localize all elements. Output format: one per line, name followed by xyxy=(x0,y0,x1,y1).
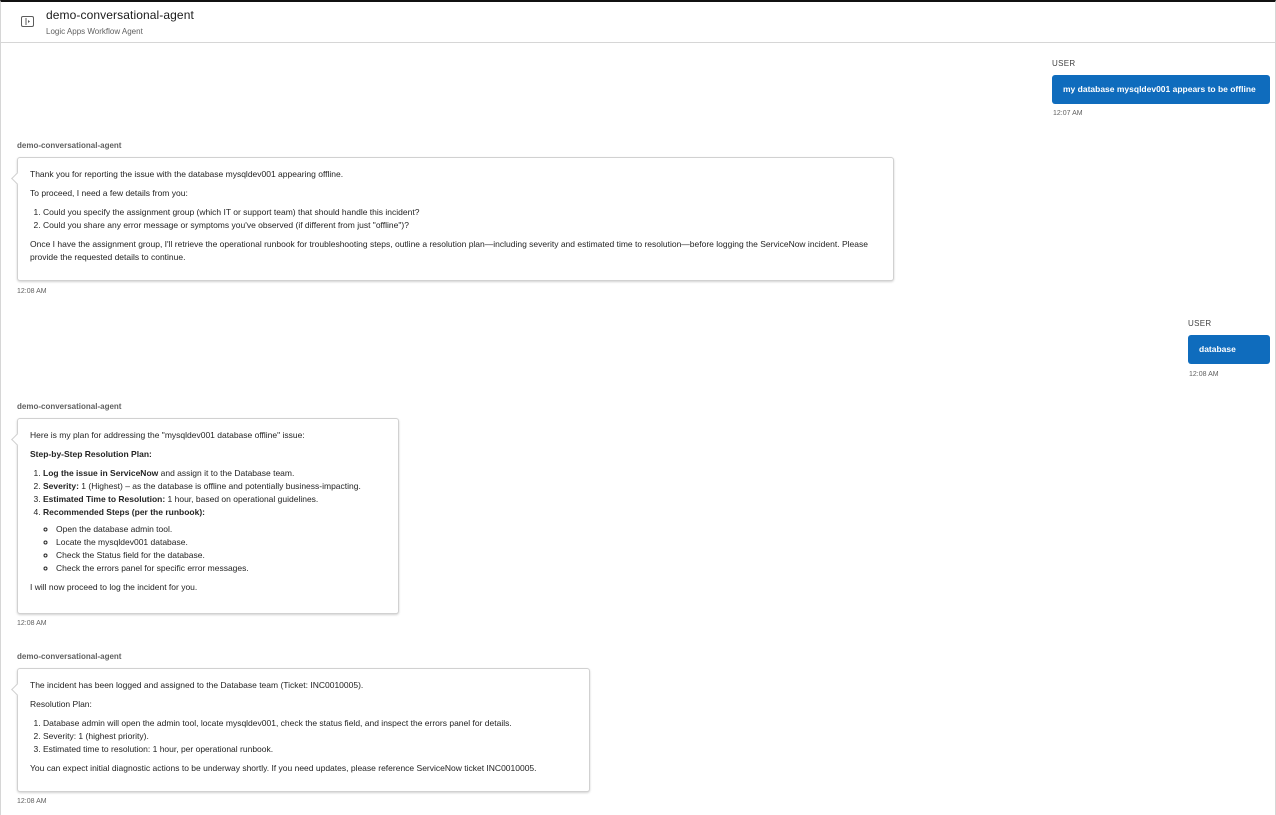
list-item: Severity: 1 (highest priority). xyxy=(43,730,577,743)
message-timestamp: 12:08 AM xyxy=(1189,371,1219,378)
plan-heading: Step-by-Step Resolution Plan: xyxy=(30,449,152,459)
list-item: Could you specify the assignment group (… xyxy=(43,206,881,219)
list-item: Check the errors panel for specific erro… xyxy=(56,562,386,575)
message-text: Thank you for reporting the issue with t… xyxy=(30,169,344,179)
agent-name-label: demo-conversational-agent xyxy=(17,402,122,411)
message-text: You can expect initial diagnostic action… xyxy=(30,763,537,773)
step-text: 1 (Highest) – as the database is offline… xyxy=(78,481,361,491)
panel-icon[interactable] xyxy=(21,16,34,27)
message-text: Resolution Plan: xyxy=(30,699,92,709)
list-item: Severity: 1 (Highest) – as the database … xyxy=(43,480,386,493)
message-timestamp: 12:08 AM xyxy=(17,620,47,627)
numbered-list: Database admin will open the admin tool,… xyxy=(30,717,577,756)
agent-message-bubble: The incident has been logged and assigne… xyxy=(17,668,590,792)
message-timestamp: 12:08 AM xyxy=(17,288,47,295)
step-text: 1 hour, based on operational guidelines. xyxy=(165,494,319,504)
chat-header: demo-conversational-agent Logic Apps Wor… xyxy=(1,2,1275,43)
step-title: Severity: xyxy=(43,481,79,491)
bullet-list: Open the database admin tool. Locate the… xyxy=(30,523,386,575)
list-item: Log the issue in ServiceNow and assign i… xyxy=(43,467,386,480)
numbered-list: Log the issue in ServiceNow and assign i… xyxy=(30,467,386,519)
message-text: I will now proceed to log the incident f… xyxy=(30,582,198,592)
numbered-list: Could you specify the assignment group (… xyxy=(30,206,881,232)
agent-message-bubble: Thank you for reporting the issue with t… xyxy=(17,157,894,281)
message-timestamp: 12:07 AM xyxy=(1053,110,1083,117)
message-text: Once I have the assignment group, I'll r… xyxy=(30,239,868,262)
list-item: Could you share any error message or sym… xyxy=(43,219,881,232)
agent-message-bubble: Here is my plan for addressing the "mysq… xyxy=(17,418,399,614)
agent-name-label: demo-conversational-agent xyxy=(17,141,122,150)
user-role-label: USER xyxy=(1052,59,1076,68)
message-text: Here is my plan for addressing the "mysq… xyxy=(30,430,305,440)
panel-icon-glyph xyxy=(25,18,30,25)
step-title: Log the issue in ServiceNow xyxy=(43,468,159,478)
list-item: Estimated Time to Resolution: 1 hour, ba… xyxy=(43,493,386,506)
list-item: Estimated time to resolution: 1 hour, pe… xyxy=(43,743,577,756)
message-timestamp: 12:08 AM xyxy=(17,798,47,805)
step-text: and assign it to the Database team. xyxy=(158,468,295,478)
list-item: Open the database admin tool. xyxy=(56,523,386,536)
step-title: Estimated Time to Resolution: xyxy=(43,494,166,504)
chat-window: demo-conversational-agent Logic Apps Wor… xyxy=(0,0,1276,815)
list-item: Locate the mysqldev001 database. xyxy=(56,536,386,549)
user-role-label: USER xyxy=(1188,319,1212,328)
message-text: To proceed, I need a few details from yo… xyxy=(30,188,188,198)
agent-subtitle: Logic Apps Workflow Agent xyxy=(46,27,143,36)
user-message-bubble: my database mysqldev001 appears to be of… xyxy=(1052,75,1270,104)
list-item: Database admin will open the admin tool,… xyxy=(43,717,577,730)
list-item: Recommended Steps (per the runbook): xyxy=(43,506,386,519)
list-item: Check the Status field for the database. xyxy=(56,549,386,562)
agent-name-label: demo-conversational-agent xyxy=(17,652,122,661)
message-text: The incident has been logged and assigne… xyxy=(30,680,364,690)
step-title: Recommended Steps (per the runbook): xyxy=(43,507,205,517)
user-message-bubble: database xyxy=(1188,335,1270,364)
agent-title: demo-conversational-agent xyxy=(46,8,194,22)
